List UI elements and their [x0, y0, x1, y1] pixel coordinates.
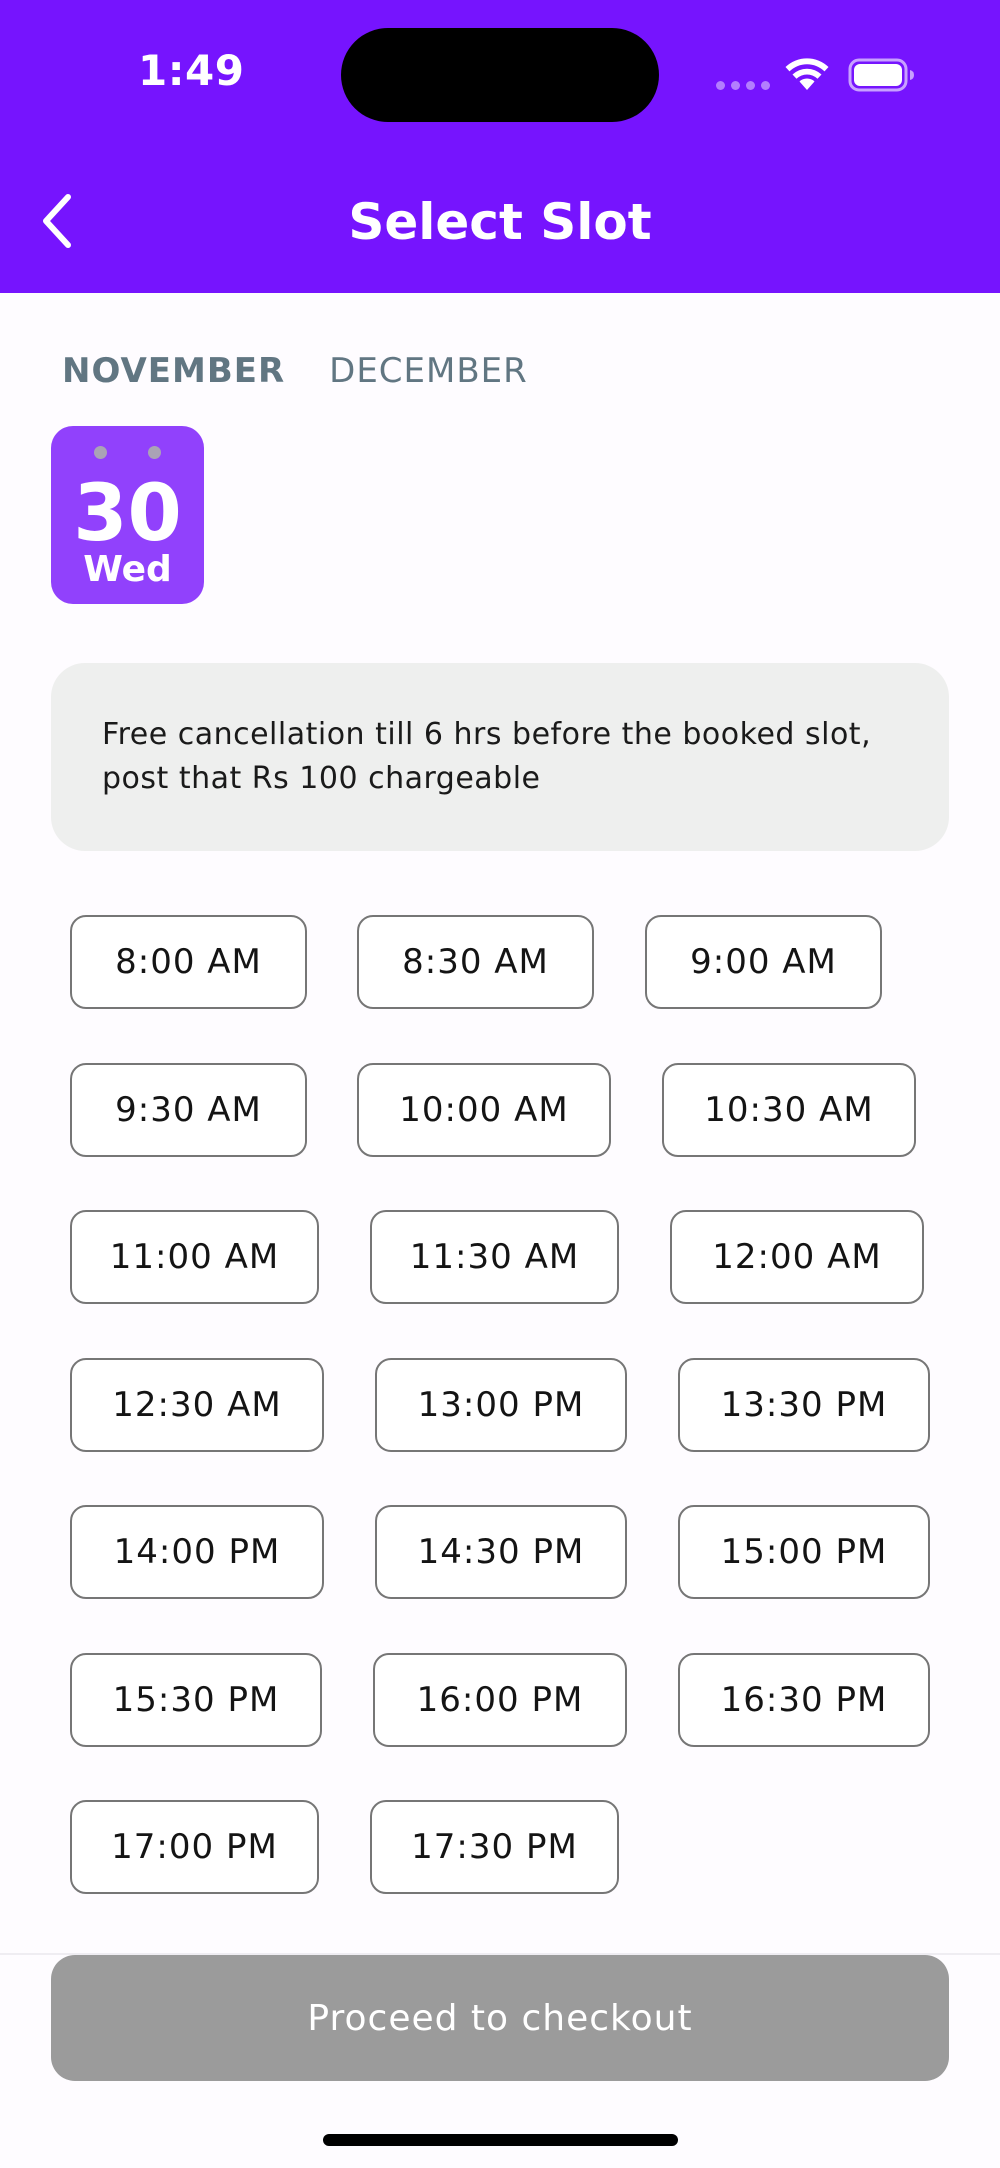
time-slot-button[interactable]: 17:30 PM	[370, 1800, 619, 1894]
calendar-ring-icon	[94, 446, 107, 459]
page-title: Select Slot	[348, 193, 652, 251]
time-slot-button[interactable]: 8:00 AM	[70, 915, 307, 1009]
time-slot-button[interactable]: 14:30 PM	[375, 1505, 627, 1599]
date-weekday: Wed	[83, 549, 172, 590]
time-slot-button[interactable]: 11:30 AM	[370, 1210, 619, 1304]
proceed-to-checkout-button[interactable]: Proceed to checkout	[51, 1955, 949, 2081]
time-slot-button[interactable]: 16:00 PM	[373, 1653, 627, 1747]
time-slot-button[interactable]: 10:00 AM	[357, 1063, 611, 1157]
tab-december[interactable]: DECEMBER	[329, 351, 528, 391]
wifi-icon	[785, 58, 829, 90]
time-slot-button[interactable]: 17:00 PM	[70, 1800, 319, 1894]
month-tabs: NOVEMBER DECEMBER	[62, 351, 528, 391]
time-slot-button[interactable]: 9:30 AM	[70, 1063, 307, 1157]
time-slot-button[interactable]: 15:30 PM	[70, 1653, 322, 1747]
time-slot-button[interactable]: 9:00 AM	[645, 915, 882, 1009]
cancellation-info-text: Free cancellation till 6 hrs before the …	[102, 717, 872, 796]
time-slot-button[interactable]: 13:00 PM	[375, 1358, 627, 1452]
calendar-ring-icon	[148, 446, 161, 459]
battery-icon	[848, 58, 914, 92]
cancellation-info-box: Free cancellation till 6 hrs before the …	[51, 663, 949, 851]
dynamic-island	[341, 28, 659, 122]
date-card-selected[interactable]: 30 Wed	[51, 426, 204, 604]
time-slot-button[interactable]: 12:00 AM	[670, 1210, 924, 1304]
slot-selection-content: NOVEMBER DECEMBER 30 Wed Free cancellati…	[0, 293, 1000, 1953]
time-slot-button[interactable]: 14:00 PM	[70, 1505, 324, 1599]
tab-november[interactable]: NOVEMBER	[62, 351, 285, 391]
time-slot-button[interactable]: 15:00 PM	[678, 1505, 930, 1599]
time-slot-button[interactable]: 10:30 AM	[662, 1063, 916, 1157]
app-header: 1:49 Select Slot	[0, 0, 1000, 293]
time-slot-button[interactable]: 12:30 AM	[70, 1358, 324, 1452]
time-slot-button[interactable]: 16:30 PM	[678, 1653, 930, 1747]
cellular-signal-icon	[716, 81, 770, 90]
time-slot-button[interactable]: 11:00 AM	[70, 1210, 319, 1304]
status-time: 1:49	[138, 46, 245, 95]
home-indicator	[323, 2134, 678, 2146]
time-slot-button[interactable]: 13:30 PM	[678, 1358, 930, 1452]
time-slot-button[interactable]: 8:30 AM	[357, 915, 594, 1009]
date-day-number: 30	[73, 469, 182, 559]
